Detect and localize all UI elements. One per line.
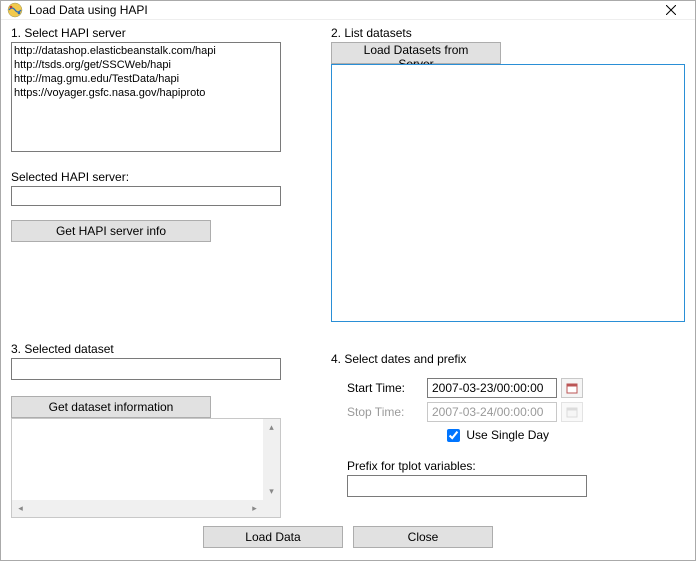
start-time-input[interactable] [427,378,557,398]
section1-label: 1. Select HAPI server [11,26,281,40]
get-server-info-button[interactable]: Get HAPI server info [11,220,211,242]
start-time-label: Start Time: [347,381,427,395]
prefix-label: Prefix for tplot variables: [347,459,685,473]
dialog-window: Load Data using HAPI 1. Select HAPI serv… [0,0,696,561]
get-dataset-info-button[interactable]: Get dataset information [11,396,211,418]
selected-server-label: Selected HAPI server: [11,170,281,184]
selected-dataset-input[interactable] [11,358,281,380]
start-time-calendar-button[interactable] [561,378,583,398]
scroll-corner [263,500,280,517]
stop-time-label: Stop Time: [347,405,427,419]
single-day-checkbox[interactable] [447,429,460,442]
close-button[interactable]: Close [353,526,493,548]
stop-time-calendar-button [561,402,583,422]
scroll-up-arrow[interactable]: ▴ [263,419,280,436]
single-day-text: Use Single Day [466,428,549,442]
server-list-item[interactable]: http://datashop.elasticbeanstalk.com/hap… [14,44,278,58]
close-icon[interactable] [651,1,691,19]
prefix-input[interactable] [347,475,587,497]
scrollbar-vertical[interactable]: ▴ ▾ [263,419,280,500]
stop-time-input [427,402,557,422]
section4-label: 4. Select dates and prefix [331,352,685,366]
datasets-listbox[interactable] [331,64,685,322]
scroll-left-arrow[interactable]: ◂ [12,500,29,517]
section3-label: 3. Selected dataset [11,342,281,356]
load-datasets-button[interactable]: Load Datasets from Server [331,42,501,64]
section2-label: 2. List datasets [331,26,685,40]
server-list-item[interactable]: http://tsds.org/get/SSCWeb/hapi [14,58,278,72]
dialog-content: 1. Select HAPI server http://datashop.el… [1,20,695,560]
window-title: Load Data using HAPI [29,3,651,17]
dataset-info-area: ▴ ▾ ◂ ▸ [11,418,281,518]
app-icon [7,2,23,18]
scroll-down-arrow[interactable]: ▾ [263,483,280,500]
scroll-right-arrow[interactable]: ▸ [246,500,263,517]
selected-server-input[interactable] [11,186,281,206]
titlebar: Load Data using HAPI [1,1,695,20]
server-listbox[interactable]: http://datashop.elasticbeanstalk.com/hap… [11,42,281,152]
server-list-item[interactable]: https://voyager.gsfc.nasa.gov/hapiproto [14,86,278,100]
single-day-checkbox-label[interactable]: Use Single Day [443,428,549,442]
load-data-button[interactable]: Load Data [203,526,343,548]
server-list-item[interactable]: http://mag.gmu.edu/TestData/hapi [14,72,278,86]
scrollbar-horizontal[interactable]: ◂ ▸ [12,500,263,517]
